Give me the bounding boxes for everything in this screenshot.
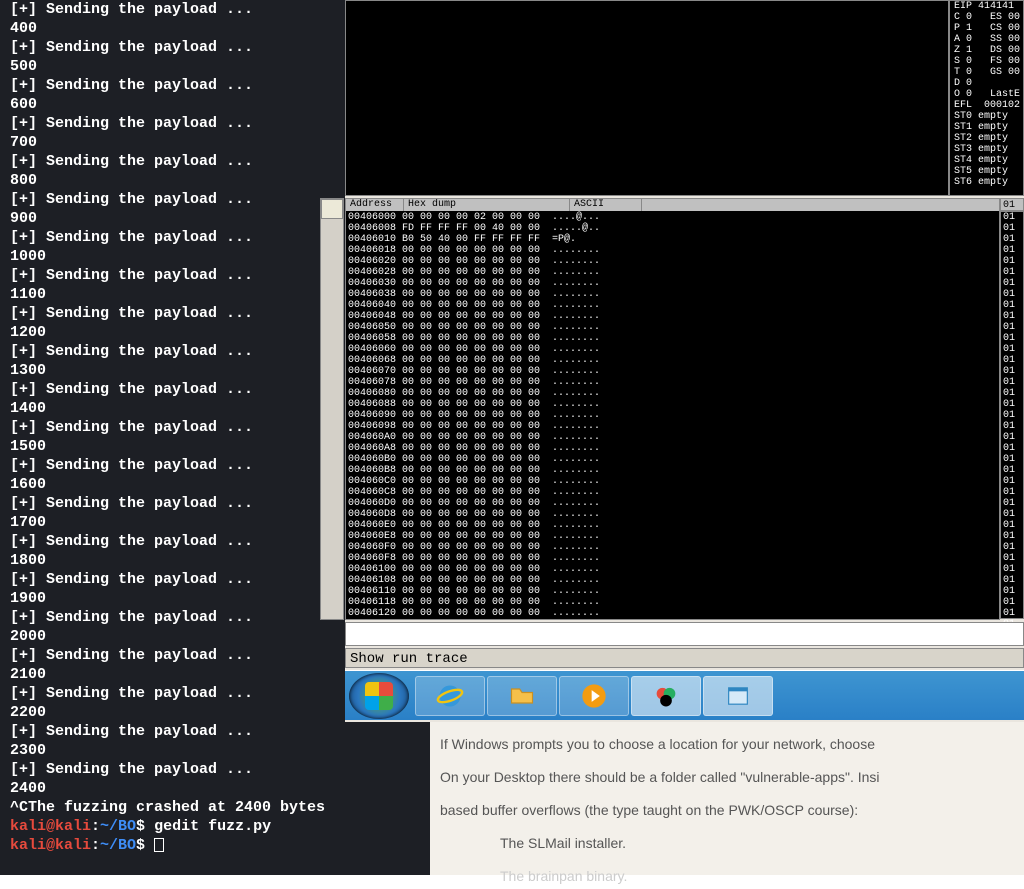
ie-icon bbox=[436, 682, 464, 710]
status-bar: Show run trace bbox=[345, 648, 1024, 668]
immunity-icon bbox=[652, 682, 680, 710]
media-player-icon bbox=[580, 682, 608, 710]
hex-body: 00406000 00 00 00 00 02 00 00 00 ....@..… bbox=[346, 212, 999, 620]
hex-header-address: Address bbox=[346, 199, 404, 211]
background-doc: If Windows prompts you to choose a locat… bbox=[430, 722, 1024, 875]
doc-line-3: based buffer overflows (the type taught … bbox=[440, 798, 1014, 823]
hex-header-hex: Hex dump bbox=[404, 199, 570, 211]
hex-scrollbar[interactable] bbox=[320, 198, 344, 620]
taskbar-media-player[interactable] bbox=[559, 676, 629, 716]
kali-terminal[interactable]: [+] Sending the payload ... 400 [+] Send… bbox=[0, 0, 345, 875]
doc-line-5: The brainpan binary. bbox=[500, 864, 1014, 889]
doc-line-1: If Windows prompts you to choose a locat… bbox=[440, 732, 1014, 757]
taskbar-explorer[interactable] bbox=[487, 676, 557, 716]
registers-panel[interactable]: EIP 414141 C 0 ES 00 P 1 CS 00 A 0 SS 00… bbox=[949, 0, 1024, 196]
debugger-area: EIP 414141 C 0 ES 00 P 1 CS 00 A 0 SS 00… bbox=[345, 0, 1024, 875]
window-icon bbox=[724, 682, 752, 710]
disassembly-panel[interactable] bbox=[345, 0, 949, 196]
hex-header-ascii: ASCII bbox=[570, 199, 642, 211]
terminal-overflow-strip bbox=[345, 722, 430, 875]
taskbar-app[interactable] bbox=[703, 676, 773, 716]
debugger-input[interactable] bbox=[345, 622, 1024, 646]
hex-extra-col: 01 01 01 01 01 01 01 01 01 01 01 01 01 0… bbox=[1000, 211, 1024, 619]
doc-line-4: The SLMail installer. bbox=[500, 831, 1014, 856]
start-button[interactable] bbox=[349, 673, 409, 719]
taskbar-immunity[interactable] bbox=[631, 676, 701, 716]
doc-line-2: On your Desktop there should be a folder… bbox=[440, 765, 1014, 790]
folder-icon bbox=[508, 682, 536, 710]
windows-taskbar[interactable] bbox=[345, 670, 1024, 720]
hex-dump-panel[interactable]: Address Hex dump ASCII 00406000 00 00 00… bbox=[345, 198, 1000, 620]
taskbar-ie[interactable] bbox=[415, 676, 485, 716]
hex-header: Address Hex dump ASCII bbox=[346, 199, 999, 212]
scrollbar-thumb[interactable] bbox=[321, 199, 343, 219]
hex-header-extra: 01 bbox=[1000, 198, 1024, 211]
